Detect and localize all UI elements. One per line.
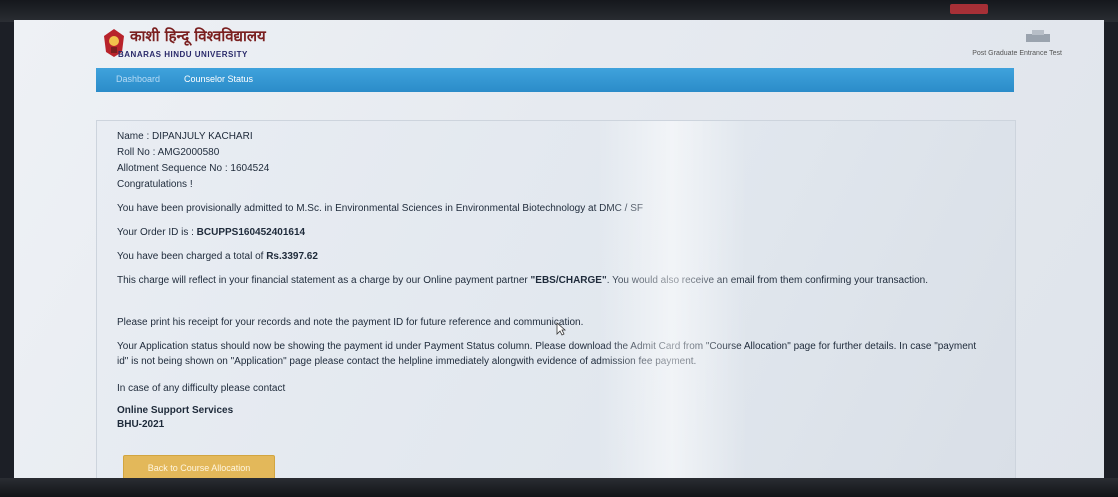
logo-hindi-text: काशी हिन्दू विश्वविद्यालय — [130, 27, 266, 45]
congratulations-text: Congratulations ! — [117, 179, 193, 190]
mouse-cursor-icon — [556, 322, 566, 336]
monitor-bezel-bottom — [0, 478, 1118, 497]
statement-text-after: . You would also receive an email from t… — [606, 275, 928, 286]
browser-screen: काशी हिन्दू विश्वविद्यालय BANARAS HINDU … — [14, 20, 1104, 480]
charged-label: You have been charged a total of — [117, 251, 267, 262]
year-text: BHU-2021 — [117, 419, 165, 430]
statement-note: This charge will reflect in your financi… — [117, 273, 977, 288]
order-id-value: BCUPPS160452401614 — [196, 227, 306, 238]
roll-number: Roll No : AMG2000580 — [117, 147, 220, 158]
charged-line: You have been charged a total of Rs.3397… — [117, 251, 318, 262]
exam-logo-icon — [1026, 30, 1050, 42]
header-caption: Post Graduate Entrance Test — [972, 50, 1062, 57]
admission-message: You have been provisionally admitted to … — [117, 203, 644, 214]
page-header: काशी हिन्दू विश्वविद्यालय BANARAS HINDU … — [14, 20, 1104, 68]
screen-glare — [597, 121, 747, 480]
nav-counselor-status-link[interactable]: Counselor Status — [184, 74, 253, 84]
order-id-line: Your Order ID is : BCUPPS160452401614 — [117, 227, 305, 238]
logo-english-text: BANARAS HINDU UNIVERSITY — [118, 50, 248, 59]
candidate-name: Name : DIPANJULY KACHARI — [117, 131, 253, 142]
back-to-course-allocation-button[interactable]: Back to Course Allocation — [123, 455, 275, 480]
nav-dashboard-link[interactable]: Dashboard — [116, 74, 160, 84]
payment-partner-name: "EBS/CHARGE" — [530, 275, 607, 286]
difficulty-contact-text: In case of any difficulty please contact — [117, 383, 286, 394]
payment-receipt-panel: Name : DIPANJULY KACHARI Roll No : AMG20… — [96, 120, 1016, 480]
main-navbar: Dashboard Counselor Status — [96, 68, 1014, 92]
charged-amount: Rs.3397.62 — [266, 251, 318, 262]
order-id-label: Your Order ID is : — [117, 227, 197, 238]
monitor-indicator-light — [950, 4, 988, 14]
print-receipt-note: Please print his receipt for your record… — [117, 317, 584, 328]
support-services-text: Online Support Services — [117, 405, 234, 416]
statement-text-before: This charge will reflect in your financi… — [117, 275, 531, 286]
application-status-note: Your Application status should now be sh… — [117, 341, 977, 367]
allotment-sequence: Allotment Sequence No : 1604524 — [117, 163, 270, 174]
